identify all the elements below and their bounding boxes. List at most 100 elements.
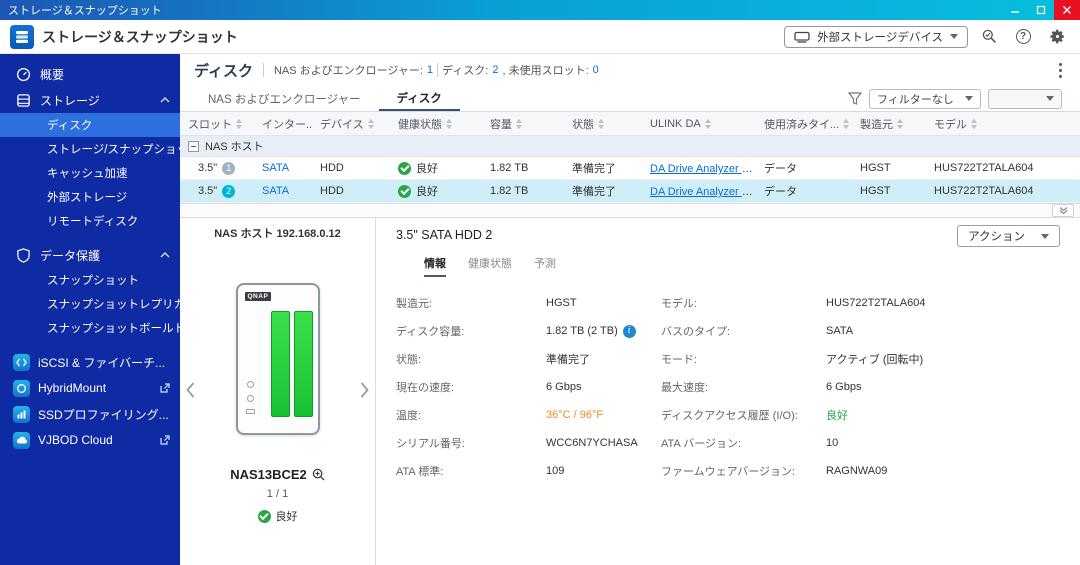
zoom-in-icon[interactable] [312, 468, 325, 481]
da-drive-analyzer-link[interactable]: DA Drive Analyzer を... [650, 186, 756, 198]
next-nas-arrow[interactable] [356, 378, 373, 405]
sidebar-item-data-protection[interactable]: データ保護 [0, 242, 180, 268]
funnel-filter-icon[interactable] [848, 92, 862, 105]
column-label: モデル [934, 118, 967, 131]
sidebar-item-label: スナップショットレプリカ [47, 299, 180, 311]
sidebar-item-storage-snapshot[interactable]: ストレージ/スナップショット [0, 137, 180, 161]
column-label: 使用済みタイ... [764, 118, 840, 131]
health-good-icon [398, 161, 411, 175]
sidebar-item-label: スナップショット [47, 275, 139, 287]
sidebar: 概要 ストレージ ディスク ストレージ/スナップショット キャッシュ加速 外部ス… [0, 54, 180, 565]
summary-disk-value: 2 [492, 64, 499, 76]
cell-interface[interactable]: SATA [254, 185, 312, 197]
column-label: 健康状態 [398, 118, 442, 131]
maximize-icon [1036, 5, 1046, 15]
drive-bay-2 [293, 311, 313, 417]
field-label: ATA 標準: [396, 466, 444, 478]
sidebar-item-snapshot-replica[interactable]: スナップショットレプリカ [0, 292, 180, 316]
sidebar-item-label: ストレージ/スナップショット [47, 144, 180, 156]
sidebar-item-overview[interactable]: 概要 [0, 62, 180, 87]
cell-model: HUS722T2TALA604 [934, 185, 1034, 197]
slot-number-badge: 1 [222, 161, 236, 175]
table-group-row-nas-host[interactable]: NAS ホスト [180, 136, 1080, 157]
more-options-icon[interactable] [1055, 59, 1066, 82]
column-header-status[interactable]: 状態 [564, 116, 642, 132]
field-label: ATA バージョン: [661, 438, 742, 450]
sidebar-item-iscsi-fibre[interactable]: iSCSI & ファイバーチ... [0, 349, 180, 375]
column-header-ulink-da[interactable]: ULINK DA [642, 118, 756, 130]
minimize-button[interactable] [1002, 0, 1028, 20]
sidebar-item-label: ディスク [47, 120, 93, 132]
summary-slot-value: 0 [592, 64, 599, 76]
sidebar-item-disks[interactable]: ディスク [0, 113, 180, 137]
da-drive-analyzer-link[interactable]: DA Drive Analyzer を... [650, 163, 756, 175]
maximize-button[interactable] [1028, 0, 1054, 20]
sort-icon [367, 118, 374, 129]
tab-disks[interactable]: ディスク [378, 86, 460, 111]
table-row-disk-1[interactable]: 3.5" 1 SATA HDD 良好 1.82 TB 準備完了 DA Drive … [180, 157, 1080, 180]
column-filter-select[interactable] [988, 88, 1062, 109]
field-label: ディスクアクセス履歴 (I/O): [661, 410, 798, 422]
detail-section: NAS ホスト 192.168.0.12 QNAP NAS13BCE2 1 / … [180, 218, 1080, 565]
capacity-value: 1.82 TB (2 TB) [546, 325, 618, 337]
nas-name: NAS13BCE2 [230, 467, 307, 482]
sidebar-item-storage[interactable]: ストレージ [0, 87, 180, 113]
summary-disk-label: ディスク: [442, 65, 489, 77]
field-label: モード: [661, 354, 698, 366]
sidebar-item-external-storage[interactable]: 外部ストレージ [0, 185, 180, 209]
hybridmount-app-icon [13, 379, 30, 397]
cell-capacity: 1.82 TB [490, 162, 529, 174]
sort-icon [446, 118, 452, 129]
divider [437, 63, 439, 77]
close-button[interactable] [1054, 0, 1080, 20]
filter-select-value: フィルターなし [877, 93, 954, 106]
table-header: スロット インター... デバイス 健康状態 容量 状態 ULINK DA 使用… [180, 112, 1080, 136]
tab-label: NAS およびエンクロージャー [208, 93, 361, 106]
tab-health[interactable]: 健康状態 [468, 255, 512, 277]
column-header-device[interactable]: デバイス [312, 116, 390, 132]
chevron-up-icon [160, 97, 170, 103]
collapse-detail-button[interactable] [1052, 204, 1074, 217]
help-button[interactable] [1010, 25, 1036, 49]
tab-information[interactable]: 情報 [424, 255, 446, 277]
column-header-model[interactable]: モデル [926, 116, 1080, 132]
field-value: 109 [546, 465, 565, 477]
cell-used-type: データ [764, 163, 797, 175]
health-label: 良好 [416, 163, 438, 175]
sidebar-item-vjbod-cloud[interactable]: VJBOD Cloud [0, 427, 180, 453]
sidebar-item-snapshot[interactable]: スナップショット [0, 268, 180, 292]
info-icon[interactable] [622, 324, 636, 338]
column-header-used-type[interactable]: 使用済みタイ... [756, 116, 852, 132]
health-label: 良好 [416, 186, 438, 198]
cell-capacity: 1.82 TB [490, 185, 529, 197]
column-header-health[interactable]: 健康状態 [390, 116, 482, 132]
sidebar-item-hybridmount[interactable]: HybridMount [0, 375, 180, 401]
collapse-group-icon[interactable] [188, 140, 199, 152]
nas-device-image[interactable]: QNAP [235, 283, 320, 435]
settings-button[interactable] [1044, 25, 1070, 49]
column-header-slot[interactable]: スロット [180, 116, 254, 132]
column-header-capacity[interactable]: 容量 [482, 116, 564, 132]
external-storage-device-label: 外部ストレージデバイス [817, 31, 943, 44]
window-title: ストレージ＆スナップショット [8, 5, 162, 17]
filter-select[interactable]: フィルターなし [869, 88, 981, 109]
sidebar-item-ssd-profiling[interactable]: SSDプロファイリング... [0, 401, 180, 427]
sidebar-item-snapshot-vault[interactable]: スナップショットボールト [0, 316, 180, 340]
action-button[interactable]: アクション [957, 225, 1060, 247]
help-icon [1015, 29, 1031, 44]
column-header-vendor[interactable]: 製造元 [852, 116, 926, 132]
tab-nas-and-enclosure[interactable]: NAS およびエンクロージャー [190, 86, 379, 111]
external-storage-device-button[interactable]: 外部ストレージデバイス [784, 25, 968, 48]
chevron-up-icon [160, 252, 170, 258]
column-header-interface[interactable]: インター... [254, 116, 312, 132]
field-value: RAGNWA09 [826, 465, 888, 477]
diagnosis-button[interactable] [976, 25, 1002, 49]
close-icon [1063, 6, 1071, 14]
cell-interface[interactable]: SATA [254, 162, 312, 174]
sidebar-item-cache-acceleration[interactable]: キャッシュ加速 [0, 161, 180, 185]
sidebar-item-remote-disk[interactable]: リモートディスク [0, 209, 180, 233]
table-row-disk-2[interactable]: 3.5" 2 SATA HDD 良好 1.82 TB 準備完了 DA Drive … [180, 180, 1080, 203]
tab-prediction[interactable]: 予測 [534, 255, 556, 277]
previous-nas-arrow[interactable] [182, 378, 199, 405]
slot-size: 3.5" [198, 162, 218, 174]
